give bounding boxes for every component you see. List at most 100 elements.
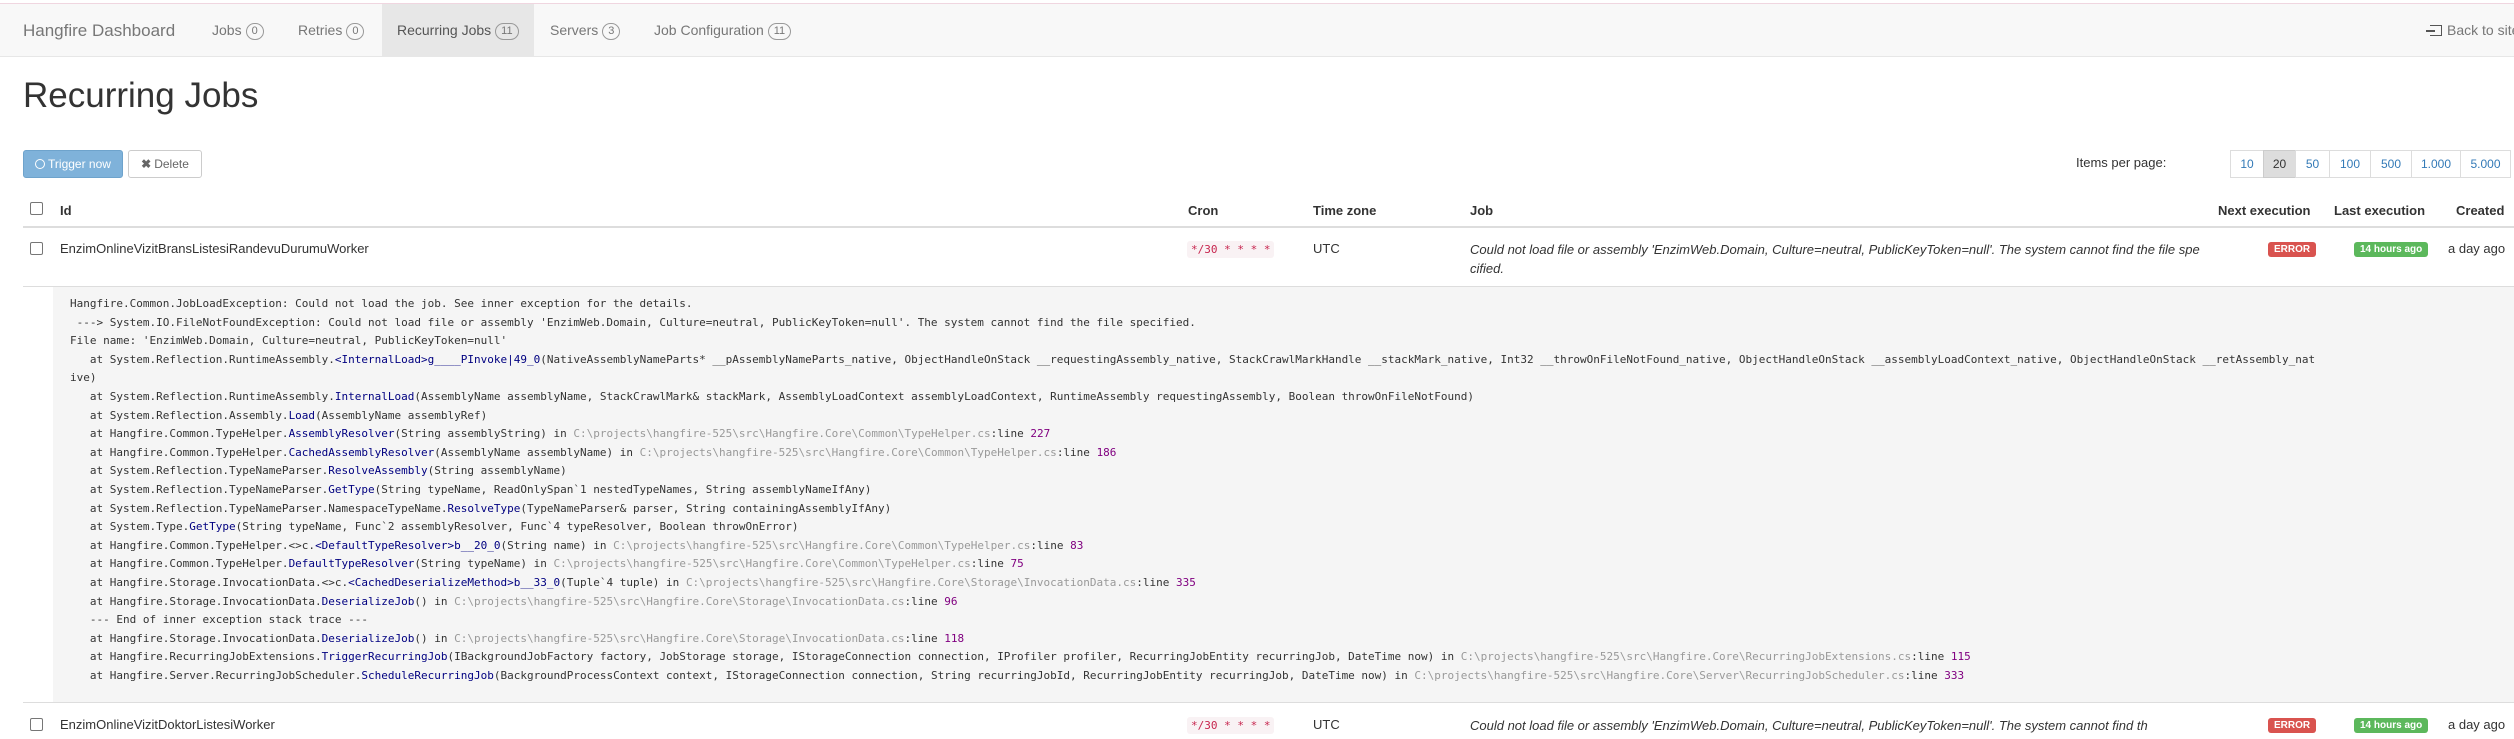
page-size-500[interactable]: 500: [2370, 150, 2412, 178]
frame-method: TriggerRecurringJob: [321, 650, 448, 664]
frame-method: GetType: [189, 520, 236, 534]
frame-method: Load: [288, 408, 316, 422]
column-header-created[interactable]: Created: [2456, 203, 2504, 218]
back-to-site-label: Back to site: [2447, 22, 2514, 38]
sign-out-icon: [2426, 25, 2442, 36]
trigger-now-button[interactable]: Trigger now: [23, 150, 123, 178]
stack-trace-frame: at Hangfire.Common.TypeHelper.AssemblyRe…: [70, 427, 1051, 441]
column-header-last-execution[interactable]: Last execution: [2334, 203, 2425, 218]
nav-job-configuration[interactable]: Job Configuration 11: [642, 4, 803, 57]
row-divider: [23, 702, 2514, 703]
frame-args: (String assemblyName): [427, 464, 567, 478]
page-title: Recurring Jobs: [23, 76, 259, 115]
page-size-10[interactable]: 10: [2230, 150, 2264, 178]
cron-expression: */30 * * * *: [1187, 241, 1275, 258]
stack-trace-frame: at Hangfire.Storage.InvocationData.Deser…: [70, 631, 965, 645]
brand-link[interactable]: Hangfire Dashboard: [23, 4, 175, 57]
frame-args: (String name): [500, 538, 587, 552]
nav-retries[interactable]: Retries 0: [286, 4, 376, 57]
frame-args: (NativeAssemblyNameParts* __pAssemblyNam…: [540, 352, 2316, 366]
frame-method: InternalLoad: [334, 389, 415, 403]
page-size-100[interactable]: 100: [2329, 150, 2371, 178]
job-error-message: Could not load file or assembly 'EnzimWe…: [1470, 718, 2148, 733]
nav-job-configuration-count: 11: [767, 23, 792, 40]
frame-line-number: 96: [944, 594, 958, 608]
frame-type: Hangfire.Storage.InvocationData.: [109, 631, 322, 645]
frame-args: (String typeName, ReadOnlySpan`1 nestedT…: [374, 482, 872, 496]
nav-recurring-jobs-label: Recurring Jobs: [397, 22, 492, 38]
frame-method: ResolveAssembly: [328, 464, 428, 478]
frame-line-number: 227: [1030, 427, 1051, 441]
column-header-next-execution[interactable]: Next execution: [2218, 203, 2310, 218]
stack-trace-panel: Hangfire.Common.JobLoadException: Could …: [53, 287, 2514, 702]
remove-icon: ✖: [141, 157, 152, 171]
frame-method: DeserializeJob: [321, 594, 415, 608]
next-execution-error-label[interactable]: ERROR: [2268, 242, 2317, 257]
frame-method: ResolveType: [447, 501, 521, 515]
frame-args: (Tuple`4 tuple): [560, 575, 660, 589]
frame-type: Hangfire.Common.TypeHelper.: [109, 557, 289, 571]
frame-method: CachedAssemblyResolver: [288, 445, 435, 459]
last-execution-label[interactable]: 14 hours ago: [2354, 718, 2429, 733]
page-size-selector: 10 20 50 100 500 1.000 5.000: [2230, 150, 2511, 178]
select-all-checkbox[interactable]: [30, 202, 43, 215]
delete-button[interactable]: ✖ Delete: [128, 150, 202, 178]
page-size-20[interactable]: 20: [2263, 150, 2296, 178]
column-header-timezone[interactable]: Time zone: [1313, 203, 1376, 218]
stack-trace-line: File name: 'EnzimWeb.Domain, Culture=neu…: [70, 334, 508, 348]
nav-retries-count: 0: [346, 23, 365, 40]
frame-args: (BackgroundProcessContext context, IStor…: [493, 668, 1388, 682]
stack-trace-frame: ive): [70, 369, 2514, 388]
stack-trace-frames: at System.Reflection.RuntimeAssembly.<In…: [70, 351, 2514, 686]
back-to-site-link[interactable]: Back to site: [2426, 4, 2514, 57]
frame-file: C:\projects\hangfire-525\src\Hangfire.Co…: [685, 575, 1137, 589]
frame-args: (IBackgroundJobFactory factory, JobStora…: [447, 650, 1435, 664]
play-circle-icon: [35, 159, 46, 169]
frame-args: ive): [70, 371, 97, 385]
column-header-id[interactable]: Id: [60, 203, 72, 218]
frame-method: DefaultTypeResolver: [288, 557, 415, 571]
row-checkbox[interactable]: [30, 718, 43, 731]
page-size-50[interactable]: 50: [2295, 150, 2330, 178]
trigger-now-label: Trigger now: [48, 157, 111, 171]
nav-servers-label: Servers: [550, 22, 599, 38]
frame-line-number: 115: [1950, 650, 1971, 664]
stack-trace-frame: at System.Reflection.TypeNameParser.Name…: [70, 501, 892, 515]
stack-trace-frame: at System.Reflection.Assembly.Load(Assem…: [70, 408, 488, 422]
page-size-1000[interactable]: 1.000: [2411, 150, 2461, 178]
frame-type: Hangfire.Common.TypeHelper.: [109, 427, 289, 441]
frame-file: C:\projects\hangfire-525\src\Hangfire.Co…: [573, 427, 991, 441]
frame-file: C:\projects\hangfire-525\src\Hangfire.Co…: [639, 445, 1057, 459]
column-header-cron[interactable]: Cron: [1188, 203, 1218, 218]
frame-args: (TypeNameParser& parser, String containi…: [520, 501, 892, 515]
row-checkbox[interactable]: [30, 242, 43, 255]
frame-args: (): [414, 594, 428, 608]
navbar: Hangfire Dashboard Jobs 0 Retries 0 Recurr…: [0, 4, 2514, 57]
frame-args: (): [414, 631, 428, 645]
stack-trace-line: Hangfire.Common.JobLoadException: Could …: [70, 297, 693, 310]
column-header-job[interactable]: Job: [1470, 203, 1493, 218]
page-size-5000[interactable]: 5.000: [2460, 150, 2511, 178]
items-per-page-label: Items per page:: [2076, 155, 2167, 170]
frame-type: System.Reflection.TypeNameParser.Namespa…: [109, 501, 448, 515]
last-execution-label[interactable]: 14 hours ago: [2354, 242, 2429, 257]
frame-type: System.Reflection.TypeNameParser.: [109, 482, 329, 496]
created-time: a day ago: [2448, 717, 2506, 732]
nav-retries-label: Retries: [298, 22, 343, 38]
frame-type: System.Reflection.Assembly.: [109, 408, 289, 422]
frame-method: <DefaultTypeResolver>b__20_0: [315, 538, 501, 552]
frame-line-number: 83: [1070, 538, 1084, 552]
frame-type: System.Reflection.TypeNameParser.: [109, 464, 329, 478]
frame-type: Hangfire.Storage.InvocationData.: [109, 594, 322, 608]
nav-servers[interactable]: Servers 3: [538, 4, 632, 57]
stack-trace-frame: --- End of inner exception stack trace -…: [70, 611, 2514, 630]
nav-jobs[interactable]: Jobs 0: [200, 4, 276, 57]
job-id: EnzimOnlineVizitDoktorListesiWorker: [60, 717, 275, 732]
frame-type: Hangfire.Storage.InvocationData.<>c.: [109, 575, 349, 589]
frame-line-number: 333: [1944, 668, 1965, 682]
frame-args: (AssemblyName assemblyName, StackCrawlMa…: [414, 389, 1475, 403]
nav-recurring-jobs-count: 11: [495, 23, 519, 40]
stack-trace-line: ---> System.IO.FileNotFoundException: Co…: [70, 315, 1196, 329]
next-execution-error-label[interactable]: ERROR: [2268, 718, 2317, 733]
nav-recurring-jobs[interactable]: Recurring Jobs 11: [382, 4, 534, 57]
